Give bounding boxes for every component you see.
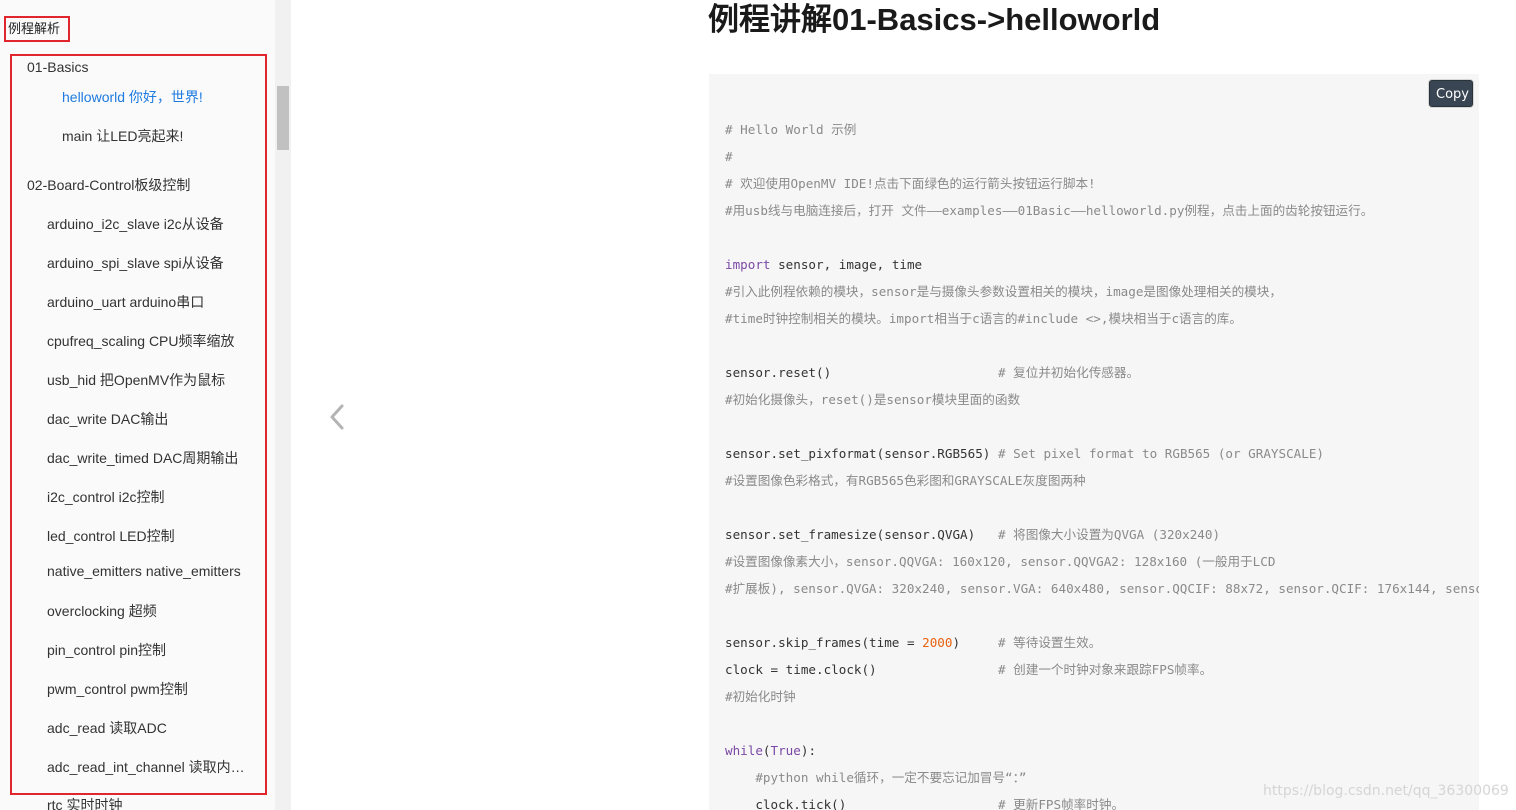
code-comment: # 欢迎使用OpenMV IDE!点击下面绿色的运行箭头按钮运行脚本! [725,176,1096,191]
sidebar-item[interactable]: adc_read 读取ADC [47,718,167,738]
code-kw: while [725,743,763,758]
sidebar-item[interactable]: adc_read_int_channel 读取内部通道 [47,757,250,777]
code-line: # Hello World 示例 [725,116,1479,143]
sidebar-item[interactable]: 02-Board-Control板级控制 [27,175,190,195]
code-line: sensor.skip_frames(time = 2000) # 等待设置生效… [725,629,1479,656]
code-comment: #设置图像色彩格式，有RGB565色彩图和GRAYSCALE灰度图两种 [725,473,1086,488]
code-line: #引入此例程依赖的模块，sensor是与摄像头参数设置相关的模块，image是图… [725,278,1479,305]
code-comment: #time时钟控制相关的模块。import相当于c语言的#include <>,… [725,311,1242,326]
sidebar-item[interactable]: usb_hid 把OpenMV作为鼠标 [47,370,225,390]
code-line: #设置图像色彩格式，有RGB565色彩图和GRAYSCALE灰度图两种 [725,467,1479,494]
sidebar-item[interactable]: helloworld 你好，世界! [62,87,203,107]
code-code: sensor, image, time [770,257,923,272]
code-code [725,770,755,785]
code-comment: # 复位并初始化传感器。 [997,365,1140,380]
code-code: sensor.set_framesize(sensor.QVGA) [725,527,998,542]
sidebar-scrollbar-thumb[interactable] [277,86,289,150]
sidebar-item[interactable]: arduino_spi_slave spi从设备 [47,253,224,273]
code-comment: # 更新FPS帧率时钟。 [997,797,1125,810]
code-comment: #python while循环，一定不要忘记加冒号“：” [755,770,1027,785]
page-title: 例程讲解01-Basics->helloworld [708,2,1161,37]
code-block: # Hello World 示例 # # 欢迎使用OpenMV IDE!点击下面绿色… [709,74,1479,810]
sidebar-item[interactable]: arduino_uart arduino串口 [47,292,204,312]
code-line: sensor.set_framesize(sensor.QVGA) # 将图像大… [725,521,1479,548]
code-comment: #初始化时钟 [725,689,796,704]
sidebar-item[interactable]: 01-Basics [27,59,88,75]
code-comment: # 将图像大小设置为QVGA (320x240) [997,527,1221,542]
code-line: sensor.set_pixformat(sensor.RGB565) # Se… [725,440,1479,467]
code-comment: #初始化摄像头，reset()是sensor模块里面的函数 [725,392,1021,407]
code-line: # 欢迎使用OpenMV IDE!点击下面绿色的运行箭头按钮运行脚本! [725,170,1479,197]
code-line: import sensor, image, time [725,251,1479,278]
code-line: while(True): [725,737,1479,764]
code-line: #扩展板), sensor.QVGA: 320x240, sensor.VGA:… [725,575,1479,602]
sidebar: 例程解析 01-Basics helloworld 你好，世界! main 让LED… [0,0,275,810]
code-comment: # Hello World 示例 [725,122,857,137]
code-comment: # 创建一个时钟对象来跟踪FPS帧率。 [997,662,1213,677]
code-comment: #扩展板), sensor.QVGA: 320x240, sensor.VGA:… [725,581,1479,596]
code-line: #初始化时钟 [725,683,1479,710]
copy-button[interactable]: Copy [1429,80,1473,107]
code-code: clock.tick() [725,797,998,810]
sidebar-item[interactable]: rtc 实时时钟 [47,795,122,810]
sidebar-item[interactable]: main 让LED亮起来! [62,126,183,146]
code-code2: ): [800,743,817,758]
code-code2: ) [952,635,998,650]
code-code: sensor.set_pixformat(sensor.RGB565) [725,446,998,461]
sidebar-item[interactable]: dac_write_timed DAC周期输出 [47,448,238,468]
code-kw2: True [770,743,801,758]
sidebar-item[interactable]: pwm_control pwm控制 [47,679,188,699]
sidebar-item[interactable]: dac_write DAC输出 [47,409,168,429]
code-line: sensor.reset() # 复位并初始化传感器。 [725,359,1479,386]
sidebar-item[interactable]: cpufreq_scaling CPU频率缩放 [47,331,235,351]
sidebar-item[interactable]: overclocking 超频 [47,601,157,621]
sidebar-item[interactable]: led_control LED控制 [47,526,175,546]
sidebar-item[interactable]: pin_control pin控制 [47,640,166,660]
code-line: #用usb线与电脑连接后，打开 文件——examples——01Basic——h… [725,197,1479,224]
code-code: ( [762,743,771,758]
code-line: clock = time.clock() # 创建一个时钟对象来跟踪FPS帧率。 [725,656,1479,683]
chevron-left-icon[interactable] [326,400,350,434]
code-line: #time时钟控制相关的模块。import相当于c语言的#include <>,… [725,305,1479,332]
code-num: 2000 [922,635,953,650]
code-code: clock = time.clock() [725,662,998,677]
code-content: # Hello World 示例 # # 欢迎使用OpenMV IDE!点击下面绿色… [725,116,1479,810]
code-code: sensor.reset() [725,365,998,380]
sidebar-item[interactable]: arduino_i2c_slave i2c从设备 [47,214,224,234]
sidebar-title[interactable]: 例程解析 [4,16,70,42]
code-comment: # [725,149,733,164]
code-code: sensor.skip_frames(time = [725,635,923,650]
sidebar-item[interactable]: native_emitters native_emitters [47,563,241,579]
sidebar-item[interactable]: i2c_control i2c控制 [47,487,165,507]
code-comment: #设置图像像素大小，sensor.QQVGA: 160x120, sensor.… [725,554,1276,569]
code-line: #设置图像像素大小，sensor.QQVGA: 160x120, sensor.… [725,548,1479,575]
code-comment: #引入此例程依赖的模块，sensor是与摄像头参数设置相关的模块，image是图… [725,284,1282,299]
code-comment: # Set pixel format to RGB565 (or GRAYSCA… [997,446,1324,461]
code-comment: # 等待设置生效。 [997,635,1102,650]
code-line: # [725,143,1479,170]
code-kw: import [725,257,771,272]
code-comment: #用usb线与电脑连接后，打开 文件——examples——01Basic——h… [725,203,1374,218]
code-line: #初始化摄像头，reset()是sensor模块里面的函数 [725,386,1479,413]
watermark: https://blog.csdn.net/qq_36300069 [1263,783,1509,799]
